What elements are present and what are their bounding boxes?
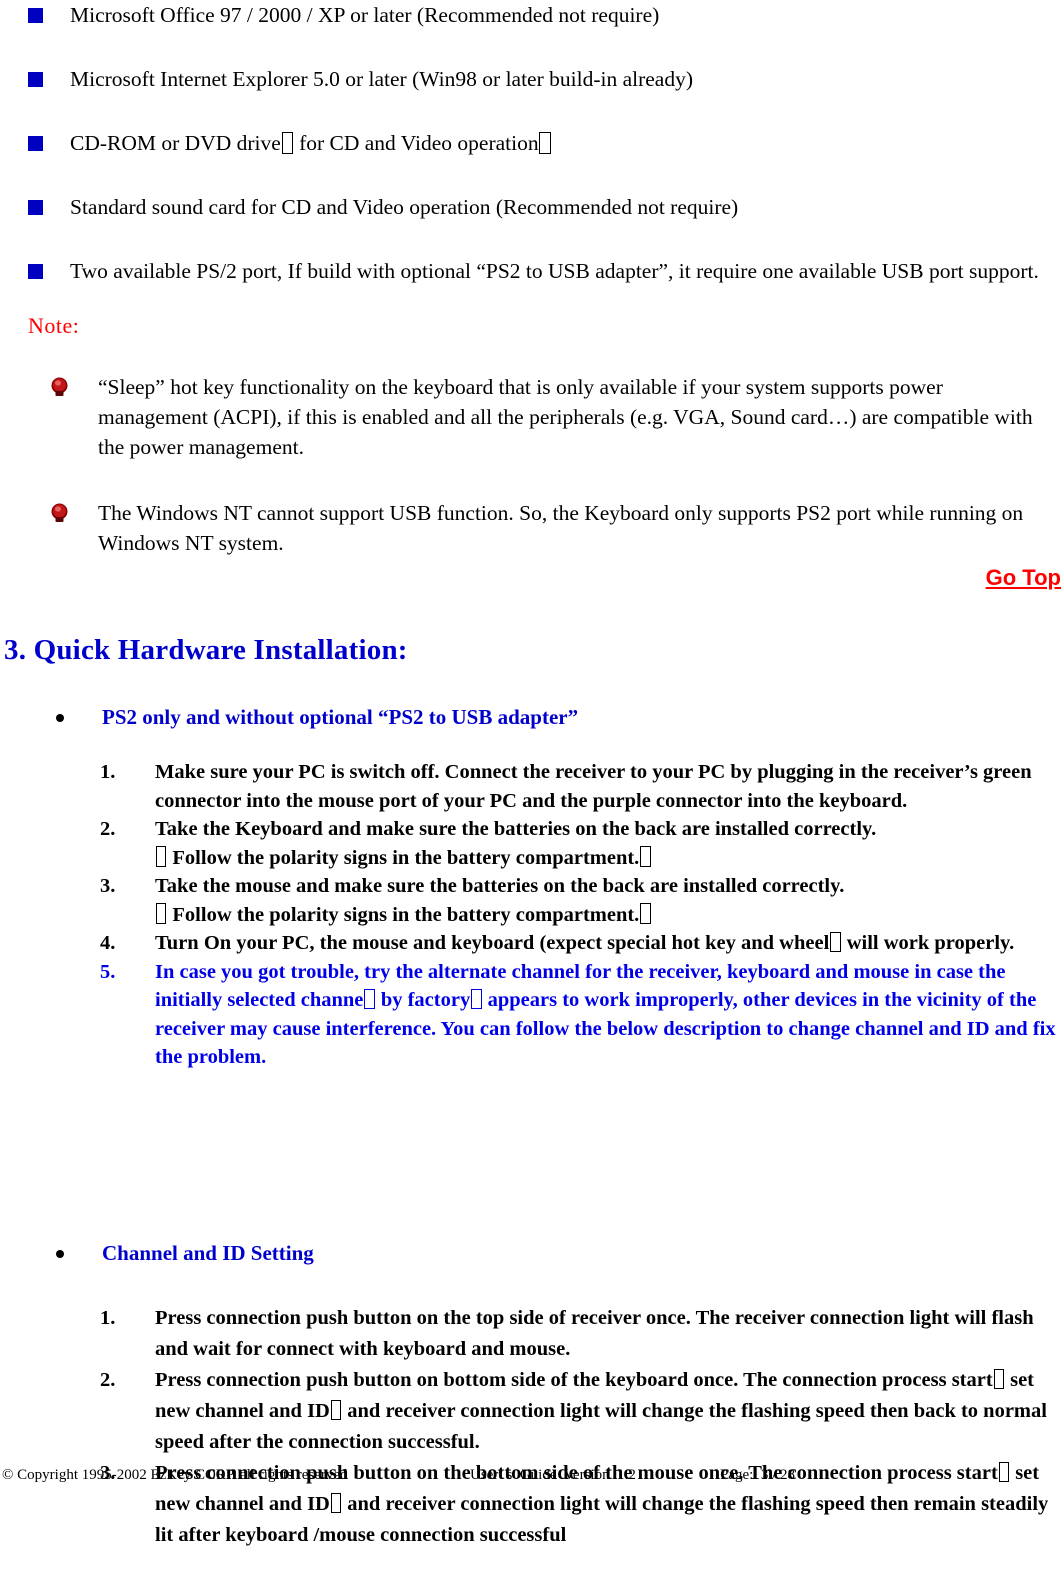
list-item: 1. Press connection push button on the t…: [0, 1303, 1063, 1365]
page-footer: © Copyright 1995-2002 EzKey CORP. all ri…: [0, 1465, 1063, 1565]
step-number: 1.: [100, 1307, 116, 1329]
missing-glyph-box: [155, 846, 167, 867]
square-bullet-icon: [28, 136, 43, 151]
requirement-text: Two available PS/2 port, If build with o…: [70, 259, 1039, 283]
step-number: 3.: [100, 875, 116, 897]
step-number: 5.: [100, 960, 116, 983]
list-item: CD-ROM or DVD drive for CD and Video ope…: [0, 128, 1063, 158]
missing-glyph-box: [281, 131, 293, 154]
red-gem-bullet-icon: [50, 503, 69, 524]
missing-glyph-box: [830, 931, 841, 953]
footer-copyright: © Copyright 1995-2002 EzKey CORP. all ri…: [2, 1467, 348, 1483]
list-item: The Windows NT cannot support USB functi…: [0, 498, 1063, 558]
list-item: 5. In case you got trouble, try the alte…: [0, 958, 1063, 1072]
step-number: 2.: [100, 818, 116, 840]
square-bullet-icon: [28, 200, 43, 215]
subsection-heading-channel: Channel and ID Setting: [56, 1241, 314, 1266]
subsection-label: Channel and ID Setting: [102, 1241, 314, 1265]
list-item: 1. Make sure your PC is switch off. Conn…: [0, 758, 1063, 815]
ps2-steps-list: 1. Make sure your PC is switch off. Conn…: [0, 758, 1063, 1072]
list-item: 2. Take the Keyboard and make sure the b…: [0, 815, 1063, 872]
step-text: Press connection push button on bottom s…: [155, 1368, 1047, 1453]
missing-glyph-box: [330, 1399, 342, 1421]
round-bullet-icon: [56, 714, 64, 722]
square-bullet-icon: [28, 264, 43, 279]
subsection-heading-ps2: PS2 only and without optional “PS2 to US…: [56, 705, 579, 730]
note-text: “Sleep” hot key functionality on the key…: [98, 375, 1033, 459]
footer-page-number: Page: 3 / 28: [720, 1467, 795, 1483]
missing-glyph-box: [539, 131, 551, 154]
step-text: Make sure your PC is switch off. Connect…: [155, 761, 1032, 812]
list-item: “Sleep” hot key functionality on the key…: [0, 372, 1063, 462]
subsection-label: PS2 only and without optional “PS2 to US…: [102, 705, 579, 729]
step-text: Press connection push button on the top …: [155, 1307, 1034, 1360]
step-number: 4.: [100, 932, 116, 954]
step-number: 2.: [100, 1369, 116, 1391]
list-item: Microsoft Internet Explorer 5.0 or later…: [0, 64, 1063, 94]
go-top-container: Go Top: [0, 565, 1063, 591]
missing-glyph-box: [471, 988, 482, 1010]
missing-glyph-box: [155, 903, 167, 924]
list-item: 2. Press connection push button on botto…: [0, 1365, 1063, 1458]
missing-glyph-box: [640, 846, 651, 867]
system-requirements-list: Microsoft Office 97 / 2000 / XP or later…: [0, 0, 1063, 320]
requirement-text: CD-ROM or DVD drive for CD and Video ope…: [70, 128, 1063, 158]
step-text: Take the Keyboard and make sure the batt…: [155, 818, 877, 869]
missing-glyph-box: [640, 903, 651, 924]
step-text: Turn On your PC, the mouse and keyboard …: [155, 931, 1015, 954]
requirement-text: Microsoft Internet Explorer 5.0 or later…: [70, 67, 694, 91]
red-gem-bullet-icon: [50, 377, 69, 398]
list-item: 4. Turn On your PC, the mouse and keyboa…: [0, 929, 1063, 958]
note-list: “Sleep” hot key functionality on the key…: [0, 372, 1063, 594]
list-item: 3. Take the mouse and make sure the batt…: [0, 872, 1063, 929]
footer-guide-version: User’ s Guide Version 1.2: [470, 1467, 636, 1483]
list-item: Two available PS/2 port, If build with o…: [0, 256, 1063, 286]
go-top-link[interactable]: Go Top: [986, 565, 1063, 590]
requirement-text: Microsoft Office 97 / 2000 / XP or later…: [70, 3, 660, 27]
missing-glyph-box: [993, 1368, 1005, 1390]
step-number: 1.: [100, 761, 116, 783]
missing-glyph-box: [364, 988, 375, 1010]
list-item: Standard sound card for CD and Video ope…: [0, 192, 1063, 222]
note-heading: Note:: [28, 313, 80, 338]
square-bullet-icon: [28, 72, 43, 87]
note-text: The Windows NT cannot support USB functi…: [98, 501, 1024, 555]
step-text: In case you got trouble, try the alterna…: [155, 960, 1056, 1069]
document-page: Microsoft Office 97 / 2000 / XP or later…: [0, 0, 1063, 1569]
step-text: Take the mouse and make sure the batteri…: [155, 875, 845, 926]
section-heading: 3. Quick Hardware Installation:: [4, 634, 408, 666]
round-bullet-icon: [56, 1250, 64, 1258]
requirement-text: Standard sound card for CD and Video ope…: [70, 195, 739, 219]
square-bullet-icon: [28, 8, 43, 23]
list-item: Microsoft Office 97 / 2000 / XP or later…: [0, 0, 1063, 30]
